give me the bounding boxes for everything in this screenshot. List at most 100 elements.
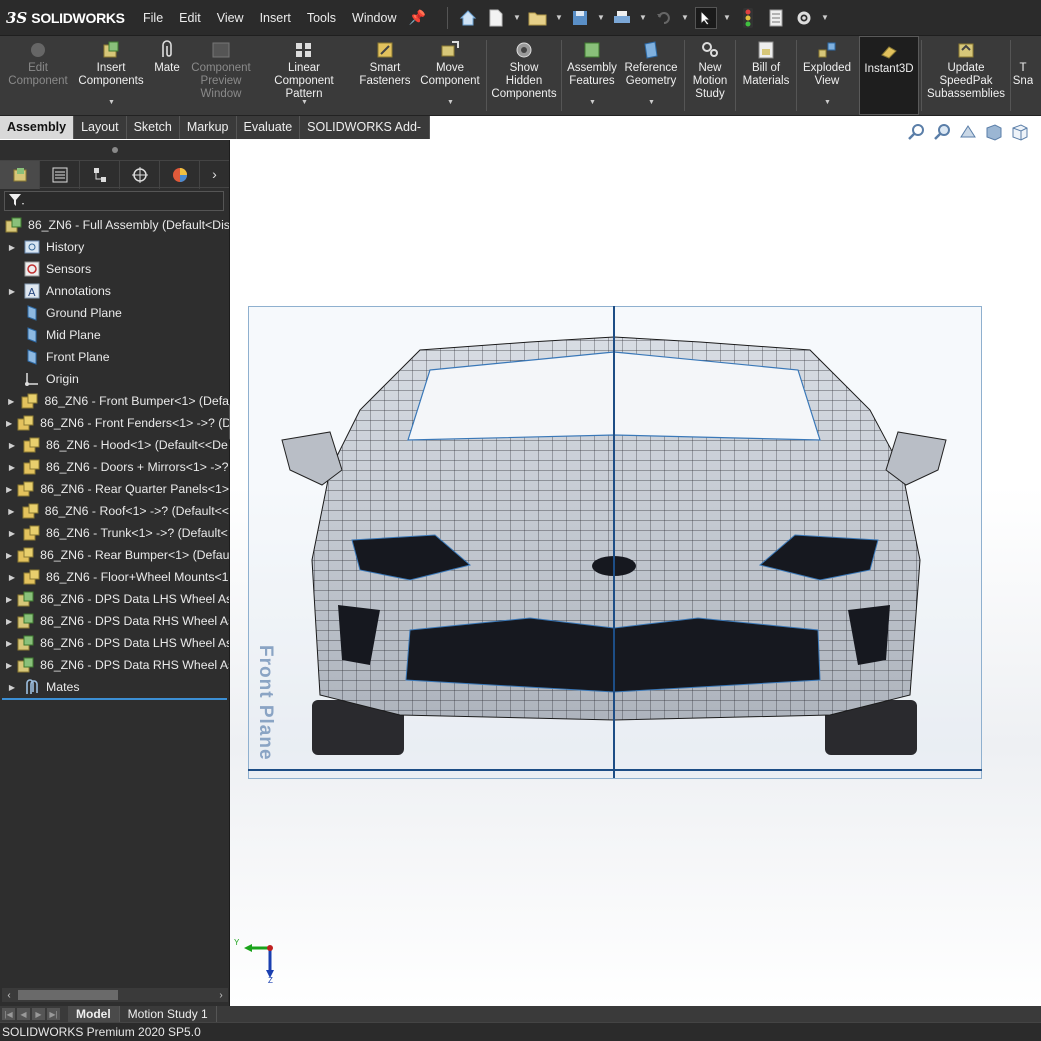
- dimxpert-tab-icon[interactable]: [120, 161, 160, 189]
- new-document-icon[interactable]: [485, 7, 507, 29]
- expand-arrow-icon[interactable]: ▶: [6, 683, 18, 692]
- expand-arrow-icon[interactable]: ▶: [6, 397, 16, 406]
- expand-arrow-icon[interactable]: ▶: [6, 463, 18, 472]
- bill-of-materials-button[interactable]: Bill of Materials: [738, 36, 794, 115]
- menu-insert[interactable]: Insert: [252, 11, 299, 25]
- chevron-down-icon[interactable]: ▼: [597, 7, 605, 29]
- instant3d-button[interactable]: Instant3D: [859, 36, 919, 115]
- chevron-down-icon[interactable]: ▼: [108, 96, 115, 109]
- traffic-light-icon[interactable]: [737, 7, 759, 29]
- solidworks-logo[interactable]: 3S SOLIDWORKS: [0, 9, 135, 27]
- tree-item[interactable]: ▶ 86_ZN6 - DPS Data LHS Wheel Ass: [0, 588, 229, 610]
- menu-tools[interactable]: Tools: [299, 11, 344, 25]
- featuremanager-tab-icon[interactable]: [0, 161, 40, 189]
- last-tab-icon[interactable]: ▶|: [47, 1008, 60, 1020]
- section-view-icon[interactable]: [984, 122, 1004, 145]
- reference-geometry-button[interactable]: Reference Geometry ▼: [620, 36, 682, 115]
- chevron-down-icon[interactable]: ▼: [639, 7, 647, 29]
- component-preview-window-button[interactable]: Component Preview Window: [188, 36, 254, 115]
- expand-arrow-icon[interactable]: ▶: [6, 419, 12, 428]
- tree-item[interactable]: ▶ 86_ZN6 - DPS Data RHS Wheel Ass: [0, 610, 229, 632]
- linear-component-pattern-button[interactable]: Linear Component Pattern ▼: [254, 36, 354, 115]
- tab-markup[interactable]: Markup: [180, 116, 237, 139]
- tree-item[interactable]: ▶ 86_ZN6 - Roof<1> ->? (Default<<: [0, 500, 229, 522]
- expand-arrow-icon[interactable]: ▶: [6, 617, 12, 626]
- tree-item[interactable]: Mid Plane: [0, 324, 229, 346]
- assembly-features-button[interactable]: Assembly Features ▼: [564, 36, 620, 115]
- chevron-down-icon[interactable]: ▼: [821, 7, 829, 29]
- update-speedpak-button[interactable]: Update SpeedPak Subassemblies: [924, 36, 1008, 115]
- chevron-down-icon[interactable]: ▼: [824, 96, 831, 109]
- tree-horizontal-scrollbar[interactable]: ‹ ›: [2, 988, 228, 1002]
- first-tab-icon[interactable]: |◀: [2, 1008, 15, 1020]
- chevron-down-icon[interactable]: ▼: [589, 96, 596, 109]
- expand-arrow-icon[interactable]: ▶: [6, 551, 12, 560]
- tree-item[interactable]: ▶ 86_ZN6 - Rear Bumper<1> (Defau: [0, 544, 229, 566]
- tree-item[interactable]: ▶ 86_ZN6 - Front Bumper<1> (Defa: [0, 390, 229, 412]
- edit-component-button[interactable]: Edit Component: [0, 36, 76, 115]
- tree-item[interactable]: ▶ Mates: [0, 676, 229, 698]
- menu-window[interactable]: Window: [344, 11, 404, 25]
- chevron-down-icon[interactable]: ▼: [447, 96, 454, 109]
- expand-arrow-icon[interactable]: ▶: [6, 529, 18, 538]
- tree-item[interactable]: ▶ History: [0, 236, 229, 258]
- tree-item[interactable]: Ground Plane: [0, 302, 229, 324]
- expand-arrow-icon[interactable]: ▶: [6, 573, 18, 582]
- tree-item[interactable]: Front Plane: [0, 346, 229, 368]
- scroll-thumb[interactable]: [18, 990, 118, 1000]
- tab-addins[interactable]: SOLIDWORKS Add-Ins: [300, 116, 430, 157]
- chevron-down-icon[interactable]: ▼: [555, 7, 563, 29]
- chevron-down-icon[interactable]: ▼: [648, 96, 655, 109]
- tab-sketch[interactable]: Sketch: [127, 116, 180, 139]
- expand-arrow-icon[interactable]: ▶: [6, 287, 18, 296]
- tree-item[interactable]: ▶ 86_ZN6 - Doors + Mirrors<1> ->?: [0, 456, 229, 478]
- new-motion-study-button[interactable]: New Motion Study: [687, 36, 733, 115]
- expand-arrow-icon[interactable]: ▶: [6, 485, 12, 494]
- tree-item[interactable]: ▶ 86_ZN6 - Front Fenders<1> ->? (D: [0, 412, 229, 434]
- menu-edit[interactable]: Edit: [171, 11, 209, 25]
- zoom-to-area-icon[interactable]: [932, 122, 952, 145]
- pin-menu-icon[interactable]: 📌: [409, 9, 426, 26]
- truncated-command-button[interactable]: T Sna: [1013, 36, 1033, 115]
- tree-item[interactable]: ▶ 86_ZN6 - Hood<1> (Default<<De: [0, 434, 229, 456]
- smart-fasteners-button[interactable]: Smart Fasteners: [354, 36, 416, 115]
- scroll-left-icon[interactable]: ‹: [2, 990, 16, 1001]
- tree-item[interactable]: ▶ 86_ZN6 - Trunk<1> ->? (Default<: [0, 522, 229, 544]
- display-manager-tab-icon[interactable]: [160, 161, 200, 189]
- print-icon[interactable]: [611, 7, 633, 29]
- expand-arrow-icon[interactable]: ▶: [6, 639, 12, 648]
- tree-item[interactable]: ▶ A Annotations: [0, 280, 229, 302]
- file-properties-icon[interactable]: [765, 7, 787, 29]
- tab-layout[interactable]: Layout: [74, 116, 127, 139]
- tab-assembly[interactable]: Assembly: [0, 116, 75, 139]
- next-tab-icon[interactable]: ▶: [32, 1008, 45, 1020]
- chevron-right-icon[interactable]: ›: [200, 161, 229, 187]
- tab-evaluate[interactable]: Evaluate: [237, 116, 301, 139]
- scroll-right-icon[interactable]: ›: [214, 990, 228, 1001]
- menu-view[interactable]: View: [209, 11, 252, 25]
- zoom-to-fit-icon[interactable]: [906, 122, 926, 145]
- expand-arrow-icon[interactable]: ▶: [6, 441, 18, 450]
- tree-item[interactable]: ▶ 86_ZN6 - Floor+Wheel Mounts<1: [0, 566, 229, 588]
- insert-components-button[interactable]: Insert Components ▼: [76, 36, 146, 115]
- panel-grip[interactable]: [0, 140, 229, 160]
- tree-item[interactable]: Origin: [0, 368, 229, 390]
- select-cursor-icon[interactable]: [694, 6, 717, 29]
- tree-item[interactable]: ▶ 86_ZN6 - Rear Quarter Panels<1>: [0, 478, 229, 500]
- open-folder-icon[interactable]: [527, 7, 549, 29]
- mate-button[interactable]: Mate: [146, 36, 188, 115]
- prev-tab-icon[interactable]: ◀: [17, 1008, 30, 1020]
- view-orientation-icon[interactable]: [1010, 122, 1030, 145]
- expand-arrow-icon[interactable]: ▶: [6, 661, 12, 670]
- save-icon[interactable]: [569, 7, 591, 29]
- configurationmanager-tab-icon[interactable]: [80, 161, 120, 189]
- propertymanager-tab-icon[interactable]: [40, 161, 80, 189]
- show-hidden-components-button[interactable]: Show Hidden Components: [489, 36, 559, 115]
- tree-filter-input[interactable]: [4, 191, 224, 211]
- chevron-down-icon[interactable]: ▼: [723, 7, 731, 29]
- tree-item[interactable]: ▶ 86_ZN6 - DPS Data LHS Wheel Ass: [0, 632, 229, 654]
- expand-arrow-icon[interactable]: ▶: [6, 243, 18, 252]
- gear-icon[interactable]: [793, 7, 815, 29]
- undo-icon[interactable]: [653, 7, 675, 29]
- tree-item[interactable]: ▶ 86_ZN6 - DPS Data RHS Wheel Ass: [0, 654, 229, 676]
